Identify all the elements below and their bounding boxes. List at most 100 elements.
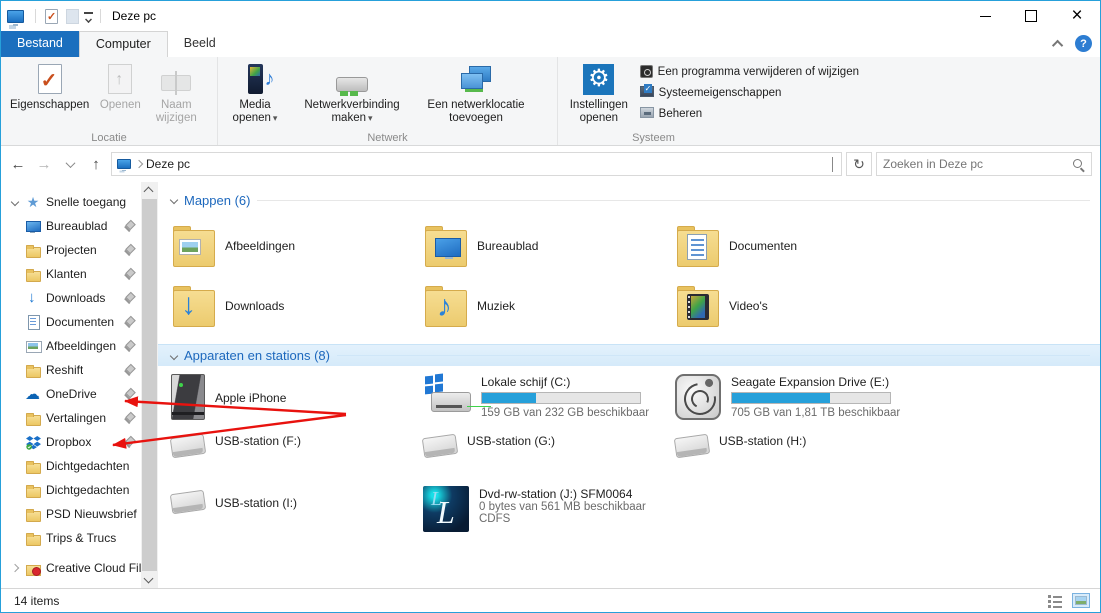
sidebar-item-afbeeldingen[interactable]: Afbeeldingen (1, 334, 141, 358)
maximize-button[interactable] (1008, 1, 1054, 31)
device-tile-usb-f[interactable]: USB-station (F:) (171, 430, 423, 476)
system-command-list: Een programma verwijderen of wijzigen Sy… (636, 59, 865, 122)
qat-new-folder-icon[interactable] (66, 9, 79, 24)
folder-tile-downloads[interactable]: Downloads (171, 276, 423, 336)
sidebar-item-bureaublad[interactable]: Bureaublad (1, 214, 141, 238)
sidebar-item-dichtgedachten-1[interactable]: Dichtgedachten (1, 454, 141, 478)
tab-beeld[interactable]: Beeld (168, 31, 232, 57)
folder-tile-documenten[interactable]: Documenten (675, 216, 927, 276)
folder-tile-muziek[interactable]: Muziek (423, 276, 675, 336)
refresh-icon[interactable] (846, 152, 872, 176)
downloads-folder-icon (171, 286, 215, 326)
divider (35, 9, 36, 23)
up-icon[interactable]: ↑ (85, 153, 107, 175)
pin-icon (124, 437, 135, 448)
large-icons-view-icon[interactable] (1072, 593, 1090, 608)
search-icon[interactable] (1072, 158, 1085, 171)
properties-icon (38, 62, 62, 96)
minimize-ribbon-icon[interactable] (1052, 39, 1063, 50)
tab-bestand[interactable]: Bestand (1, 31, 79, 57)
scrollbar-thumb[interactable] (142, 199, 157, 571)
sidebar-item-dichtgedachten-2[interactable]: Dichtgedachten (1, 478, 141, 502)
sidebar-scrollbar[interactable] (141, 182, 158, 588)
sidebar-item-reshift[interactable]: Reshift (1, 358, 141, 382)
pin-icon (124, 365, 135, 376)
scroll-down-icon[interactable] (144, 574, 154, 584)
chevron-down-icon[interactable] (170, 351, 178, 359)
dropbox-icon (23, 435, 43, 450)
qat-customize-dropdown-icon[interactable] (83, 10, 95, 22)
openen-button: Openen (94, 59, 146, 115)
explorer-window: Deze pc Bestand Computer Beeld ? Eigensc… (0, 0, 1101, 613)
tab-computer[interactable]: Computer (79, 31, 168, 57)
forward-icon: → (33, 153, 55, 175)
sidebar-item-onedrive[interactable]: OneDrive (1, 382, 141, 406)
instellingen-openen-button[interactable]: Instellingen openen (562, 59, 636, 128)
address-bar[interactable]: Deze pc (111, 152, 842, 176)
recent-locations-icon[interactable] (59, 153, 81, 175)
search-input[interactable] (883, 157, 1072, 171)
sidebar-item-psd-nieuwsbrief[interactable]: PSD Nieuwsbrief (1, 502, 141, 526)
pin-icon (124, 269, 135, 280)
eigenschappen-button[interactable]: Eigenschappen (5, 59, 94, 115)
uninstall-program-button[interactable]: Een programma verwijderen of wijzigen (640, 63, 859, 80)
address-dropdown-icon[interactable] (826, 157, 839, 171)
netwerklocatie-toevoegen-button[interactable]: Een netwerklocatie toevoegen (416, 59, 536, 128)
chevron-down-icon[interactable] (11, 198, 19, 206)
sidebar-item-snelle-toegang[interactable]: ★ Snelle toegang (1, 190, 141, 214)
minimize-button[interactable] (962, 1, 1008, 31)
device-tile-usb-g[interactable]: USB-station (G:) (423, 430, 675, 476)
pin-icon (124, 413, 135, 424)
folders-grid: Afbeeldingen Bureaublad Documenten Downl… (171, 216, 1100, 336)
usb-drive-icon (171, 492, 205, 516)
system-properties-button[interactable]: Systeemeigenschappen (640, 84, 859, 101)
folder-tile-afbeeldingen[interactable]: Afbeeldingen (171, 216, 423, 276)
search-box[interactable] (876, 152, 1092, 176)
section-title: Apparaten en stations (8) (184, 348, 330, 363)
close-button[interactable] (1054, 1, 1100, 31)
back-icon[interactable]: ← (7, 153, 29, 175)
external-drive-icon (675, 374, 721, 420)
pictures-icon (25, 338, 41, 354)
phone-icon (171, 374, 205, 420)
navigation-pane: ★ Snelle toegang Bureaublad Projecten Kl… (1, 182, 141, 588)
device-tile-lokale-schijf-c[interactable]: Lokale schijf (C:) 159 GB van 232 GB bes… (423, 374, 675, 420)
sidebar-item-documenten[interactable]: Documenten (1, 310, 141, 334)
divider (257, 200, 1090, 201)
section-header-mappen[interactable]: Mappen (6) (171, 190, 1100, 210)
sidebar-item-projecten[interactable]: Projecten (1, 238, 141, 262)
section-header-apparaten[interactable]: Apparaten en stations (8) (158, 344, 1100, 366)
scroll-up-icon[interactable] (144, 187, 154, 197)
qat-properties-icon[interactable] (45, 9, 58, 24)
sidebar-item-vertalingen[interactable]: Vertalingen (1, 406, 141, 430)
breadcrumb-chevron-icon[interactable] (135, 160, 143, 168)
folder-tile-videos[interactable]: Video's (675, 276, 927, 336)
device-tile-apple-iphone[interactable]: Apple iPhone (171, 374, 423, 420)
device-tile-dvd-j[interactable]: LL Dvd-rw-station (J:) SFM0064 0 bytes v… (423, 486, 675, 532)
device-tile-seagate-e[interactable]: Seagate Expansion Drive (E:) 705 GB van … (675, 374, 927, 420)
details-view-icon[interactable] (1046, 593, 1064, 608)
system-properties-icon (640, 86, 654, 97)
folder-icon (25, 482, 41, 498)
map-network-drive-icon (336, 62, 368, 96)
chevron-down-icon[interactable] (170, 196, 178, 204)
ribbon-group-systeem: Instellingen openen Een programma verwij… (557, 57, 869, 145)
media-openen-button[interactable]: Media openen (222, 59, 288, 128)
netwerkverbinding-maken-button[interactable]: Netwerkverbinding maken (288, 59, 416, 128)
manage-button[interactable]: Beheren (640, 105, 859, 122)
disk-usage-bar (731, 392, 891, 404)
device-tile-usb-h[interactable]: USB-station (H:) (675, 430, 927, 476)
sidebar-item-dropbox[interactable]: Dropbox (1, 430, 141, 454)
device-tile-usb-i[interactable]: USB-station (I:) (171, 486, 423, 532)
this-pc-mini-icon (117, 159, 131, 169)
chevron-right-icon[interactable] (11, 564, 19, 572)
sidebar-item-creative-cloud[interactable]: Creative Cloud Fil (1, 556, 141, 580)
breadcrumb[interactable]: Deze pc (146, 157, 190, 171)
sidebar-item-trips-trucs[interactable]: Trips & Trucs (1, 526, 141, 550)
settings-gear-icon (583, 62, 614, 96)
sidebar-item-klanten[interactable]: Klanten (1, 262, 141, 286)
folder-tile-bureaublad[interactable]: Bureaublad (423, 216, 675, 276)
help-icon[interactable]: ? (1075, 35, 1092, 52)
sidebar-item-downloads[interactable]: Downloads (1, 286, 141, 310)
divider (337, 355, 1090, 356)
